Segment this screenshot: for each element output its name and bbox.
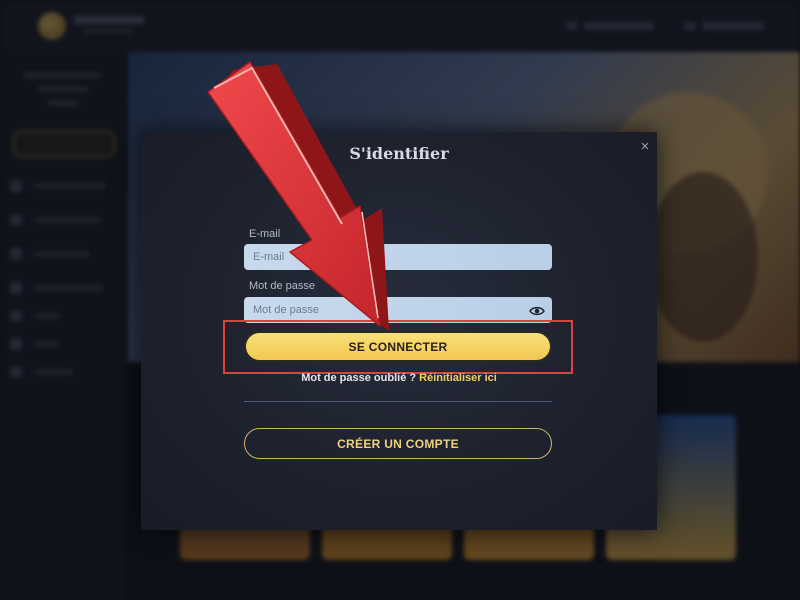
eye-icon[interactable]: [529, 303, 545, 319]
forgot-password-text: Mot de passe oublié ?: [301, 372, 417, 384]
close-icon[interactable]: ×: [636, 138, 654, 156]
modal-title: S'identifier: [349, 144, 449, 163]
email-field[interactable]: [244, 244, 552, 270]
divider: [244, 401, 552, 402]
email-label: E-mail: [249, 228, 281, 240]
login-button[interactable]: SE CONNECTER: [244, 331, 552, 362]
create-account-button[interactable]: CRÉER UN COMPTE: [244, 428, 552, 459]
password-field[interactable]: [244, 297, 552, 323]
reset-password-link[interactable]: Réinitialiser ici: [419, 372, 497, 384]
forgot-password-row: Mot de passe oublié ? Réinitialiser ici: [141, 372, 657, 384]
password-label: Mot de passe: [249, 280, 316, 292]
login-modal: S'identifier × E-mail Mot de passe SE CO…: [141, 132, 657, 530]
